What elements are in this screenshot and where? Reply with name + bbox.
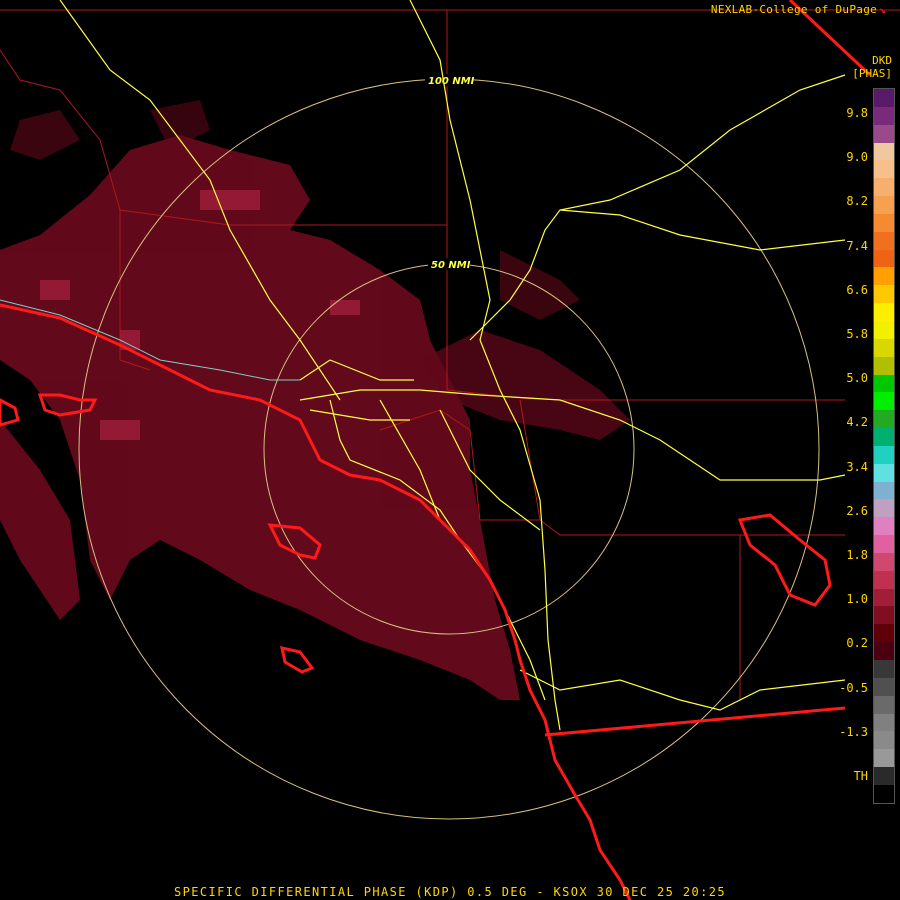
color-swatch [874,356,894,375]
color-swatch [874,624,894,643]
scale-tick-label: 7.4 [846,238,868,253]
scale-tick-label: 9.8 [846,106,868,120]
color-swatch [874,410,894,429]
color-swatch [874,231,894,250]
color-swatch [874,320,894,339]
color-swatch [874,713,894,732]
scale-tick-label: 6.6 [846,282,868,297]
color-scale-bar [873,88,895,804]
scale-tick-label: 0.2 [846,636,868,651]
color-swatch [874,552,894,571]
radar-map: 100 NMI 50 NMI [0,0,900,900]
color-swatch [874,642,894,660]
color-swatch [874,124,894,143]
color-swatch [874,106,894,125]
scale-tick-label: 5.8 [846,327,868,341]
color-swatch [874,588,894,607]
credit-label: NEXLAB-College of DuPage ↘ [710,3,886,16]
color-swatch [874,196,894,214]
color-swatch [874,677,894,696]
range-ring-label-50: 50 NMI [431,260,471,271]
color-swatch [874,570,894,589]
scale-tick-label: TH [853,769,868,783]
color-swatch [874,428,894,446]
island-outline [280,646,315,674]
color-swatch [874,731,894,750]
scale-tick-label: 2.6 [846,503,868,518]
color-swatch [874,392,894,411]
legend-title: DKD [PHAS] [852,54,892,80]
arrow-icon: ↘ [879,3,886,16]
product-caption: SPECIFIC DIFFERENTIAL PHASE (KDP) 0.5 DE… [174,885,726,899]
color-swatch [874,160,894,179]
color-swatch [874,499,894,518]
scale-tick-label: 1.0 [846,592,868,607]
color-swatch [874,517,894,536]
color-swatch [874,784,894,803]
island-outline [737,513,832,607]
color-swatch [874,463,894,482]
color-swatch [874,445,894,464]
color-swatch [874,767,894,785]
color-swatch [874,267,894,286]
scale-tick-label: 4.2 [846,415,868,430]
color-swatch [874,535,894,553]
scale-tick-label: 8.2 [846,194,868,209]
product-units: [PHAS] [852,67,892,80]
color-swatch [874,660,894,678]
color-swatch [874,178,894,197]
scale-tick-label: -1.3 [839,724,868,739]
scale-tick-label: -0.5 [839,680,868,695]
color-swatch [874,249,894,268]
color-swatch [874,481,894,500]
color-swatch [874,606,894,625]
color-swatch [874,749,894,768]
color-swatch [874,142,894,161]
color-swatch [874,285,894,304]
color-swatch [874,213,894,232]
range-ring-label-100: 100 NMI [428,76,475,87]
color-swatch [874,374,894,393]
scale-tick-label: 3.4 [846,459,868,474]
island-outline [0,398,20,427]
scale-tick-label: 1.8 [846,548,868,562]
color-swatch [874,695,894,714]
color-swatch [874,338,894,357]
scale-tick-label: 5.0 [846,371,868,386]
product-code: DKD [872,54,892,67]
scale-tick-label: 9.0 [846,150,868,165]
color-swatch [874,89,894,107]
color-swatch [874,303,894,321]
